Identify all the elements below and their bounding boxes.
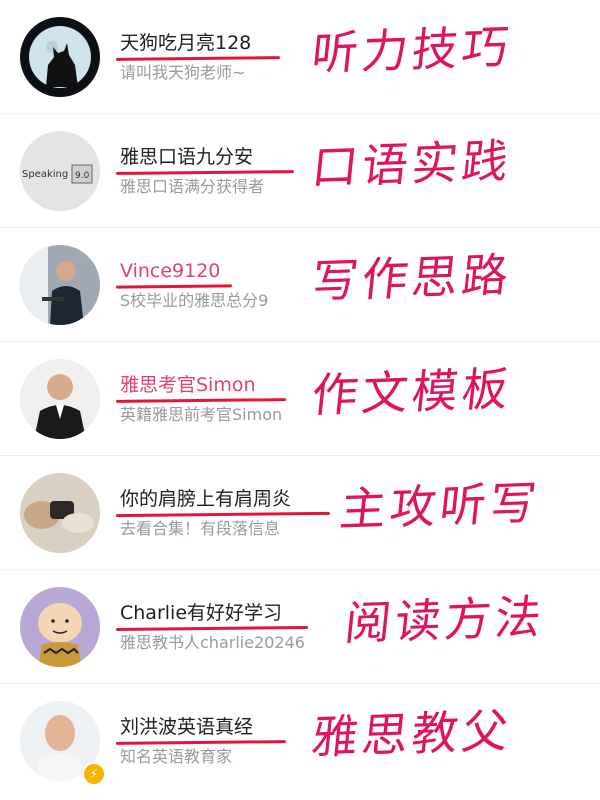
avatar[interactable] xyxy=(20,473,100,553)
account-name[interactable]: 你的肩膀上有肩周炎 xyxy=(120,487,291,511)
avatar[interactable] xyxy=(20,587,100,667)
teacher-photo-icon xyxy=(20,245,100,325)
account-row-6[interactable]: Charlie有好好学习 雅思教书人charlie20246 阅读方法 xyxy=(0,570,600,684)
charlie-brown-icon xyxy=(20,587,100,667)
account-bio: 请叫我天狗老师~ xyxy=(120,63,246,82)
handwritten-note: 阅读方法 xyxy=(342,589,548,651)
svg-text:9.0: 9.0 xyxy=(75,171,90,181)
name-underline-mark xyxy=(115,398,287,403)
handwritten-note: 听力技巧 xyxy=(309,19,515,81)
account-row-2[interactable]: Speaking 9.0 雅思口语九分安 雅思口语满分获得者 口语实践 xyxy=(0,114,600,228)
handwritten-note: 写作思路 xyxy=(309,247,515,309)
avatar[interactable]: Speaking 9.0 xyxy=(20,131,100,211)
following-list: 天狗吃月亮128 请叫我天狗老师~ 听力技巧 Speaking 9.0 雅思口语… xyxy=(0,0,600,800)
account-row-7[interactable]: ⚡ 刘洪波英语真经 知名英语教育家 雅思教父 xyxy=(0,684,600,798)
account-row-3[interactable]: Vince9120 S校毕业的雅思总分9 写作思路 xyxy=(0,228,600,342)
name-underline-mark xyxy=(115,56,281,61)
name-underline-mark xyxy=(115,511,331,518)
handwritten-note: 口语实践 xyxy=(309,133,515,195)
account-bio: 知名英语教育家 xyxy=(120,747,233,766)
avatar[interactable] xyxy=(20,245,100,325)
handwritten-note: 主攻听写 xyxy=(337,475,543,537)
account-name[interactable]: 雅思考官Simon xyxy=(120,373,256,397)
account-row-4[interactable]: 雅思考官Simon 英籍雅思前考官Simon 作文模板 xyxy=(0,342,600,456)
account-bio: 英籍雅思前考官Simon xyxy=(120,405,283,424)
account-name[interactable]: 雅思口语九分安 xyxy=(120,145,253,169)
avatar[interactable] xyxy=(20,359,100,439)
account-row-5[interactable]: 你的肩膀上有肩周炎 去看合集！有段落信息 主攻听写 xyxy=(0,456,600,570)
account-bio: S校毕业的雅思总分9 xyxy=(120,291,269,310)
account-bio: 去看合集！有段落信息 xyxy=(120,519,281,538)
blurred-photo-icon xyxy=(20,473,100,553)
name-underline-mark xyxy=(115,170,295,175)
name-underline-mark xyxy=(115,625,309,632)
name-underline-mark xyxy=(115,740,287,745)
examiner-photo-icon xyxy=(20,359,100,439)
account-bio: 雅思口语满分获得者 xyxy=(120,177,265,196)
account-name[interactable]: 刘洪波英语真经 xyxy=(120,715,253,739)
lightning-badge-icon: ⚡ xyxy=(82,762,106,786)
account-name[interactable]: Charlie有好好学习 xyxy=(120,601,282,625)
account-name[interactable]: 天狗吃月亮128 xyxy=(120,31,251,55)
svg-text:Speaking: Speaking xyxy=(22,169,68,180)
avatar[interactable] xyxy=(20,17,100,97)
account-bio: 雅思教书人charlie20246 xyxy=(120,633,305,652)
moon-wolf-icon xyxy=(20,17,100,97)
name-underline-mark xyxy=(115,284,233,289)
handwritten-note: 作文模板 xyxy=(309,361,515,423)
handwritten-note: 雅思教父 xyxy=(309,703,515,765)
speaking-score-icon: Speaking 9.0 xyxy=(20,131,100,211)
account-row-1[interactable]: 天狗吃月亮128 请叫我天狗老师~ 听力技巧 xyxy=(0,0,600,114)
account-name[interactable]: Vince9120 xyxy=(120,259,220,283)
